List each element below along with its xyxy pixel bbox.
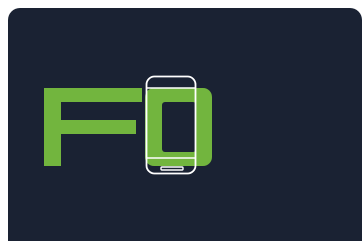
o-inner	[162, 102, 196, 152]
page-frame	[0, 0, 364, 241]
logo-card	[8, 8, 362, 241]
letter-o	[145, 88, 212, 166]
fo-logo	[8, 8, 362, 241]
f-middle-bar	[44, 120, 136, 134]
